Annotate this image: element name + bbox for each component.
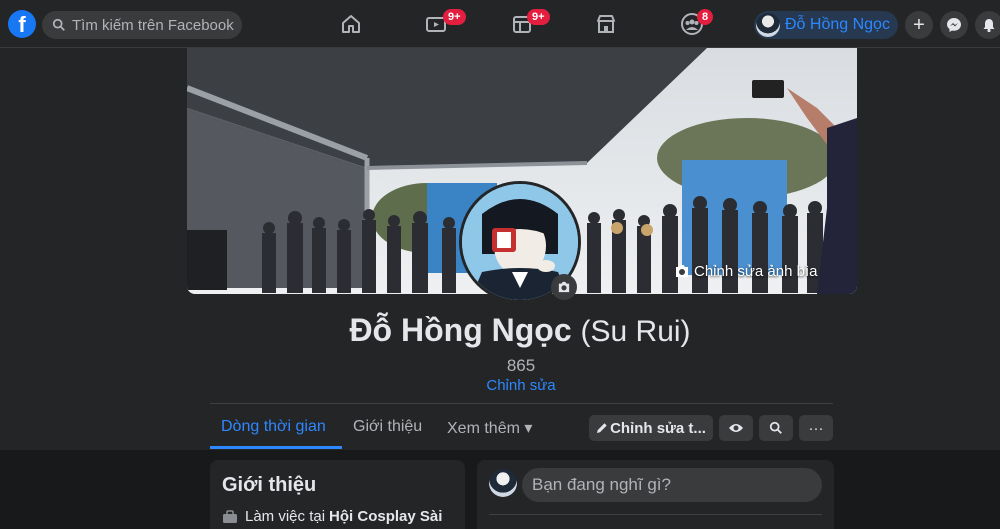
more-options-button[interactable]: ···: [799, 415, 833, 441]
intro-work-place[interactable]: Hội Cosplay Sài: [329, 508, 442, 525]
search-profile-button[interactable]: [759, 415, 793, 441]
home-icon[interactable]: [339, 12, 363, 36]
divider: [210, 403, 833, 404]
watch-badge: 9+: [443, 9, 466, 25]
tab-about[interactable]: Giới thiệu: [353, 418, 422, 436]
intro-work-prefix: Làm việc tại: [245, 508, 326, 525]
camera-icon: [676, 265, 688, 277]
search-placeholder: Tìm kiếm trên Facebook: [72, 16, 234, 34]
divider: [489, 514, 822, 515]
notifications-icon: [983, 19, 995, 33]
camera-icon: [558, 281, 570, 293]
marketplace-icon[interactable]: [594, 12, 618, 36]
edit-profile-label: Chỉnh sửa t...: [610, 419, 706, 437]
profile-shortcut-name: Đỗ Hồng Ngọc: [785, 16, 890, 33]
avatar: [756, 13, 780, 37]
plus-icon: +: [913, 14, 925, 36]
tab-timeline[interactable]: Dòng thời gian: [221, 418, 326, 436]
facebook-logo[interactable]: f: [8, 10, 36, 38]
intro-title: Giới thiệu: [222, 474, 317, 496]
briefcase-icon: [223, 509, 237, 523]
friends-count: 865: [506, 356, 536, 375]
profile-shortcut[interactable]: Đỗ Hồng Ngọc: [754, 11, 898, 39]
pencil-icon: [597, 423, 607, 433]
active-tab-indicator: [210, 446, 342, 449]
notifications-button[interactable]: [975, 11, 1000, 39]
avatar: [489, 469, 517, 497]
messenger-icon: [947, 18, 961, 32]
top-navigation-bar: f Tìm kiếm trên Facebook 9+ 9+ 8 Đỗ Hồng…: [0, 0, 1000, 48]
create-button[interactable]: +: [905, 11, 933, 39]
edit-cover-button[interactable]: Chỉnh sửa ảnh bìa: [674, 258, 817, 284]
groups-badge: 8: [697, 9, 714, 25]
profile-name: Đỗ Hồng Ngọc (Su Rui): [0, 312, 1000, 349]
search-input[interactable]: Tìm kiếm trên Facebook: [42, 11, 242, 39]
edit-profile-button[interactable]: Chỉnh sửa t...: [589, 415, 713, 441]
edit-cover-label: Chỉnh sửa ảnh bìa: [694, 262, 818, 280]
intro-card: Giới thiệu Làm việc tại Hội Cosplay Sài: [210, 460, 465, 529]
eye-icon: [729, 424, 743, 432]
search-icon: [52, 18, 65, 31]
pages-badge: 9+: [527, 9, 550, 25]
view-as-button[interactable]: [719, 415, 753, 441]
intro-work-item: Làm việc tại Hội Cosplay Sài: [222, 508, 442, 525]
more-options-icon: ···: [808, 419, 824, 437]
search-icon: [769, 421, 782, 434]
post-composer-input[interactable]: Bạn đang nghĩ gì?: [522, 468, 822, 502]
edit-bio-link[interactable]: Chỉnh sửa: [0, 377, 1000, 394]
profile-name-main: Đỗ Hồng Ngọc: [349, 312, 572, 348]
tab-more[interactable]: Xem thêm ▾: [447, 418, 532, 438]
messenger-button[interactable]: [940, 11, 968, 39]
update-picture-button[interactable]: [551, 274, 577, 300]
post-composer: Bạn đang nghĩ gì?: [477, 460, 834, 529]
profile-name-alternate: (Su Rui): [580, 315, 691, 348]
